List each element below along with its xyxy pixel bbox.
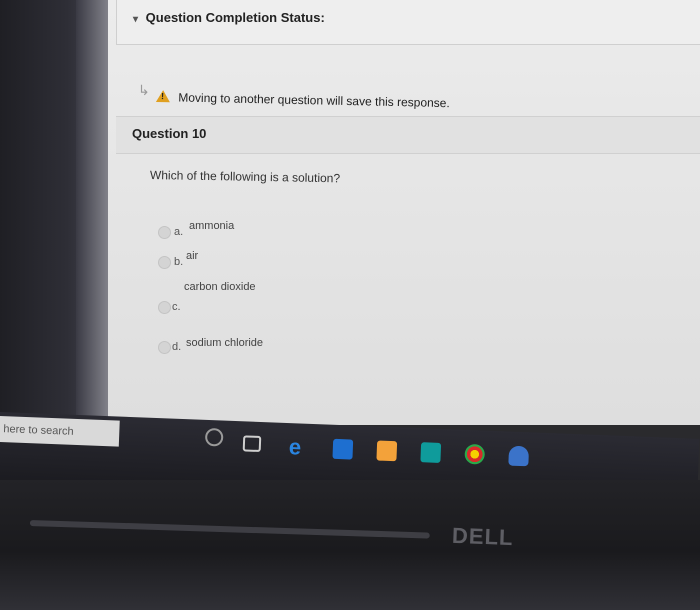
option-d-letter: d. — [172, 341, 182, 353]
left-edge-gradient — [76, 0, 112, 425]
browser-content: ▾ Question Completion Status: ↳ Moving t… — [108, 0, 700, 425]
blue-app-icon[interactable] — [332, 438, 354, 460]
return-arrow-icon: ↳ — [138, 82, 150, 98]
question-header: Question 10 — [116, 116, 700, 154]
edge-icon[interactable]: e — [288, 434, 309, 459]
warning-text: Moving to another question will save thi… — [178, 90, 450, 111]
question-title: Question 10 — [132, 126, 207, 141]
laptop-bezel — [0, 480, 700, 610]
taskbar-search-box[interactable]: here to search — [0, 415, 120, 447]
option-b-label[interactable]: air — [186, 250, 198, 262]
option-a-label[interactable]: ammonia — [189, 220, 234, 232]
warning-icon — [155, 90, 171, 103]
status-title-label: Question Completion Status: — [145, 10, 325, 25]
dell-logo: DELL — [451, 522, 514, 551]
radio-option-a[interactable] — [158, 226, 171, 239]
option-d-label[interactable]: sodium chloride — [186, 337, 263, 349]
radio-option-b[interactable] — [158, 256, 171, 269]
chevron-down-icon: ▾ — [133, 14, 139, 25]
teal-app-icon[interactable] — [420, 442, 442, 463]
chrome-icon[interactable] — [464, 443, 486, 465]
cortana-icon[interactable] — [204, 427, 224, 447]
cloud-app-icon[interactable] — [508, 445, 530, 467]
taskbar-search-placeholder: here to search — [3, 423, 74, 438]
question-text: Which of the following is a solution? — [149, 168, 341, 186]
save-warning: Moving to another question will save thi… — [155, 90, 450, 111]
option-a-letter: a. — [174, 226, 184, 238]
radio-option-d[interactable] — [158, 341, 171, 354]
status-title[interactable]: ▾ Question Completion Status: — [133, 10, 325, 25]
task-view-icon[interactable] — [242, 435, 262, 453]
question-completion-status-panel[interactable]: ▾ Question Completion Status: — [116, 0, 700, 45]
option-c-letter: c. — [172, 301, 181, 313]
option-b-letter: b. — [174, 256, 184, 268]
radio-option-c[interactable] — [158, 301, 171, 314]
option-c-label[interactable]: carbon dioxide — [184, 281, 256, 293]
store-icon[interactable] — [376, 440, 398, 462]
